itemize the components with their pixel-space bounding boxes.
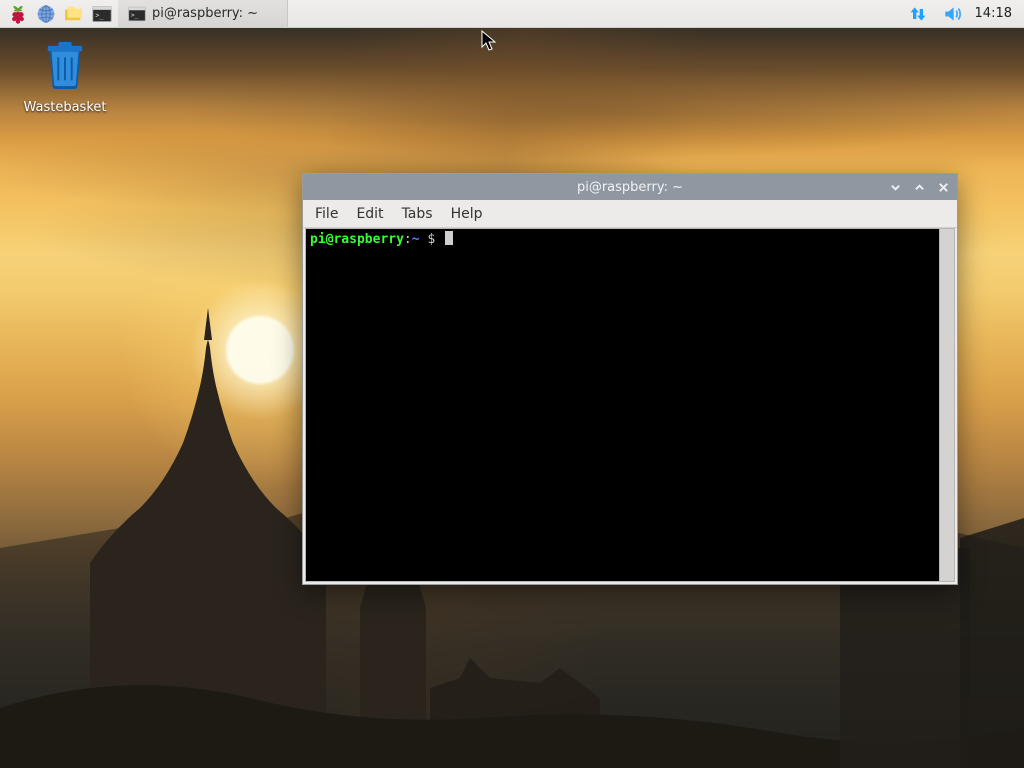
- window-titlebar[interactable]: pi@raspberry: ~: [303, 174, 957, 200]
- globe-icon: [36, 4, 56, 24]
- terminal-icon: >_: [128, 6, 146, 22]
- network-updown-icon: [908, 4, 928, 24]
- terminal-scrollbar[interactable]: [940, 228, 955, 582]
- taskbar-launchers: >_: [0, 1, 116, 27]
- menu-edit[interactable]: Edit: [356, 206, 383, 222]
- svg-text:>_: >_: [131, 12, 139, 19]
- prompt-colon: :: [404, 232, 412, 247]
- window-controls: [889, 174, 949, 200]
- volume-indicator[interactable]: [941, 3, 963, 25]
- network-indicator[interactable]: [907, 3, 929, 25]
- menu-file[interactable]: File: [315, 206, 338, 222]
- prompt-path: ~: [412, 232, 420, 247]
- terminal-window: pi@raspberry: ~ File Edit Tabs Help pi@r…: [302, 173, 958, 585]
- terminal-icon: >_: [92, 5, 112, 23]
- terminal-launcher[interactable]: >_: [88, 1, 116, 27]
- raspberry-icon: [8, 4, 28, 24]
- terminal-prompt: pi@raspberry:~ $: [310, 232, 453, 263]
- window-minimize-button[interactable]: [889, 181, 901, 193]
- prompt-dollar: $: [420, 232, 443, 247]
- terminal-cursor: [445, 231, 453, 245]
- volume-icon: [942, 4, 962, 24]
- menu-help[interactable]: Help: [451, 206, 483, 222]
- chevron-down-icon: [890, 182, 901, 193]
- folders-icon: [63, 5, 85, 23]
- clock[interactable]: 14:18: [975, 6, 1012, 21]
- chevron-up-icon: [914, 182, 925, 193]
- browser-launcher[interactable]: [32, 1, 60, 27]
- menu-button[interactable]: [4, 1, 32, 27]
- close-icon: [938, 182, 949, 193]
- window-menubar: File Edit Tabs Help: [303, 200, 957, 228]
- system-tray: 14:18: [907, 0, 1024, 27]
- file-manager-launcher[interactable]: [60, 1, 88, 27]
- taskbar-task-list: >_ pi@raspberry: ~: [118, 0, 288, 27]
- terminal-body[interactable]: pi@raspberry:~ $: [305, 228, 940, 582]
- svg-text:>_: >_: [95, 11, 103, 19]
- task-item-terminal[interactable]: >_ pi@raspberry: ~: [118, 0, 288, 27]
- taskbar: >_ >_ pi@raspberry: ~ 14:1: [0, 0, 1024, 28]
- terminal-body-wrap: pi@raspberry:~ $: [303, 228, 957, 584]
- desktop-icon-label: Wastebasket: [20, 100, 110, 115]
- desktop-icon-wastebasket[interactable]: Wastebasket: [20, 40, 110, 115]
- prompt-userhost: pi@raspberry: [310, 232, 404, 247]
- trash-icon: [42, 40, 88, 90]
- window-close-button[interactable]: [937, 181, 949, 193]
- scrollbar-thumb[interactable]: [940, 229, 954, 581]
- menu-tabs[interactable]: Tabs: [402, 206, 433, 222]
- task-item-label: pi@raspberry: ~: [152, 6, 258, 21]
- window-maximize-button[interactable]: [913, 181, 925, 193]
- window-title: pi@raspberry: ~: [577, 180, 683, 195]
